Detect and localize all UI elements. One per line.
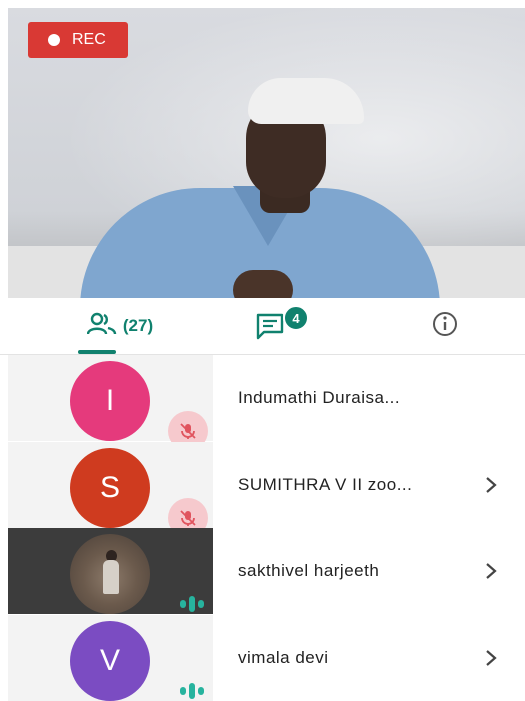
chevron-right-icon[interactable] — [484, 528, 498, 614]
side-panel-tabs: (27) 4 — [0, 298, 525, 355]
avatar: I — [70, 361, 150, 441]
avatar: V — [70, 621, 150, 701]
tab-people[interactable]: (27) — [65, 298, 175, 354]
unread-chat-badge: 4 — [283, 305, 309, 331]
chevron-right-icon[interactable] — [484, 615, 498, 701]
participant-row[interactable]: I Indumathi Duraisa... — [0, 355, 525, 451]
tab-info[interactable] — [415, 298, 475, 354]
chevron-right-icon[interactable] — [484, 442, 498, 528]
participant-name: SUMITHRA V II zoo... — [238, 475, 413, 494]
avatar — [70, 534, 150, 614]
participant-row[interactable]: S SUMITHRA V II zoo... — [0, 442, 525, 538]
speaker-hand — [233, 270, 293, 298]
record-dot-icon — [48, 34, 60, 46]
speaking-indicator-icon — [176, 681, 208, 701]
tab-chat[interactable]: 4 — [230, 298, 320, 354]
chat-icon — [255, 313, 289, 345]
active-tab-indicator — [78, 350, 116, 354]
people-count: (27) — [122, 316, 154, 335]
recording-badge: REC — [28, 22, 128, 58]
speaker-cap — [248, 78, 364, 124]
speaking-indicator-icon — [176, 594, 208, 614]
participant-name: vimala devi — [238, 648, 329, 667]
recording-label: REC — [72, 31, 106, 48]
people-icon — [86, 312, 117, 341]
info-icon — [431, 310, 459, 343]
participant-name: sakthivel harjeeth — [238, 561, 380, 580]
participant-row[interactable]: sakthivel harjeeth — [0, 528, 525, 614]
participant-name: Indumathi Duraisa... — [238, 388, 401, 407]
photo-figure — [103, 560, 119, 594]
avatar: S — [70, 448, 150, 528]
participant-row[interactable]: V vimala devi — [0, 615, 525, 701]
